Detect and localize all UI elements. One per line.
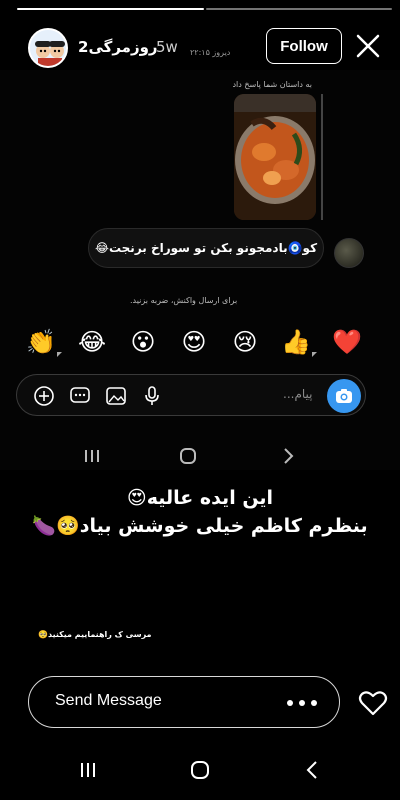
reaction-heart-eyes[interactable]: 😍 — [177, 325, 211, 359]
close-icon — [356, 34, 380, 58]
voice-button[interactable] — [139, 383, 165, 409]
dm-screenshot: دیروز ۲۲:۱۵ به داستان شما پاسخ داد کو🧿با… — [0, 48, 400, 470]
gallery-button[interactable] — [103, 383, 129, 409]
image-icon — [106, 387, 126, 405]
story-progress-segment-2 — [205, 8, 392, 10]
home-icon — [191, 761, 209, 779]
add-button[interactable] — [31, 383, 57, 409]
back-icon — [276, 444, 300, 468]
reaction-cry[interactable]: 😢 — [228, 325, 262, 359]
food-image — [234, 94, 316, 220]
message-text: کو🧿بادمجونو بکن تو سوراخ برنجت😂 — [94, 241, 318, 255]
replied-story-thumbnail[interactable] — [234, 94, 316, 220]
message-bubble[interactable]: کو🧿بادمجونو بکن تو سوراخ برنجت😂 — [88, 228, 324, 268]
home-button[interactable] — [186, 756, 214, 784]
send-message-bar[interactable]: Send Message — [28, 676, 340, 728]
story-age: 5w — [156, 38, 178, 56]
home-icon — [176, 444, 200, 468]
story-progress-segment-1 — [17, 8, 204, 10]
reaction-wow[interactable]: 😮 — [126, 325, 160, 359]
plus-circle-icon — [34, 386, 54, 406]
reaction-bar: 👏 😂 😮 😍 😢 👍 ❤️ — [24, 324, 364, 360]
camera-button[interactable] — [327, 379, 361, 413]
message-input[interactable]: پیام... — [283, 387, 313, 401]
story-caption: این ایده عالیه😍 بنظرم کاظم خیلی خوشش بیا… — [0, 484, 400, 540]
reaction-hint: برای ارسال واکنش، ضربه بزنید. — [130, 296, 238, 305]
reaction-clap[interactable]: 👏 — [24, 325, 62, 359]
story-username[interactable]: روزمرگی2 — [78, 38, 158, 56]
more-options-icon[interactable] — [287, 691, 317, 715]
heart-icon — [358, 691, 388, 716]
sender-avatar[interactable] — [334, 238, 364, 268]
reaction-thumbs-up[interactable]: 👍 — [279, 325, 317, 359]
recents-button[interactable] — [74, 756, 102, 784]
close-button[interactable] — [352, 30, 384, 62]
camera-icon — [336, 389, 352, 403]
screenshot-nav-bar — [0, 440, 400, 470]
avatar-cartoon-icon — [30, 30, 66, 66]
reaction-heart[interactable]: ❤️ — [330, 325, 364, 359]
story-progress-bar — [17, 8, 392, 11]
reaction-laugh[interactable]: 😂 — [75, 325, 109, 359]
caption-note: مرسی ک راهنماییم میکنید🥺 — [38, 630, 152, 639]
follow-button[interactable]: Follow — [266, 28, 342, 64]
avatar[interactable] — [28, 28, 68, 68]
caption-line-2: بنظرم کاظم خیلی خوشش بیاد🥺🍆 — [32, 515, 368, 537]
recents-icon — [81, 763, 95, 777]
recents-icon — [80, 444, 104, 468]
back-icon — [306, 761, 317, 779]
like-button[interactable] — [356, 686, 390, 720]
send-message-input[interactable]: Send Message — [55, 692, 162, 710]
chat-bubble-icon — [70, 387, 90, 403]
caption-line-1: این ایده عالیه😍 — [126, 487, 274, 509]
sticker-button[interactable] — [67, 383, 93, 409]
message-time: دیروز ۲۲:۱۵ — [190, 48, 231, 57]
microphone-icon — [145, 386, 159, 405]
back-button[interactable] — [298, 756, 326, 784]
reply-divider — [321, 94, 323, 220]
reply-caption: به داستان شما پاسخ داد — [232, 80, 312, 89]
system-navigation-bar — [0, 740, 400, 800]
message-composer[interactable]: پیام... — [16, 374, 366, 416]
